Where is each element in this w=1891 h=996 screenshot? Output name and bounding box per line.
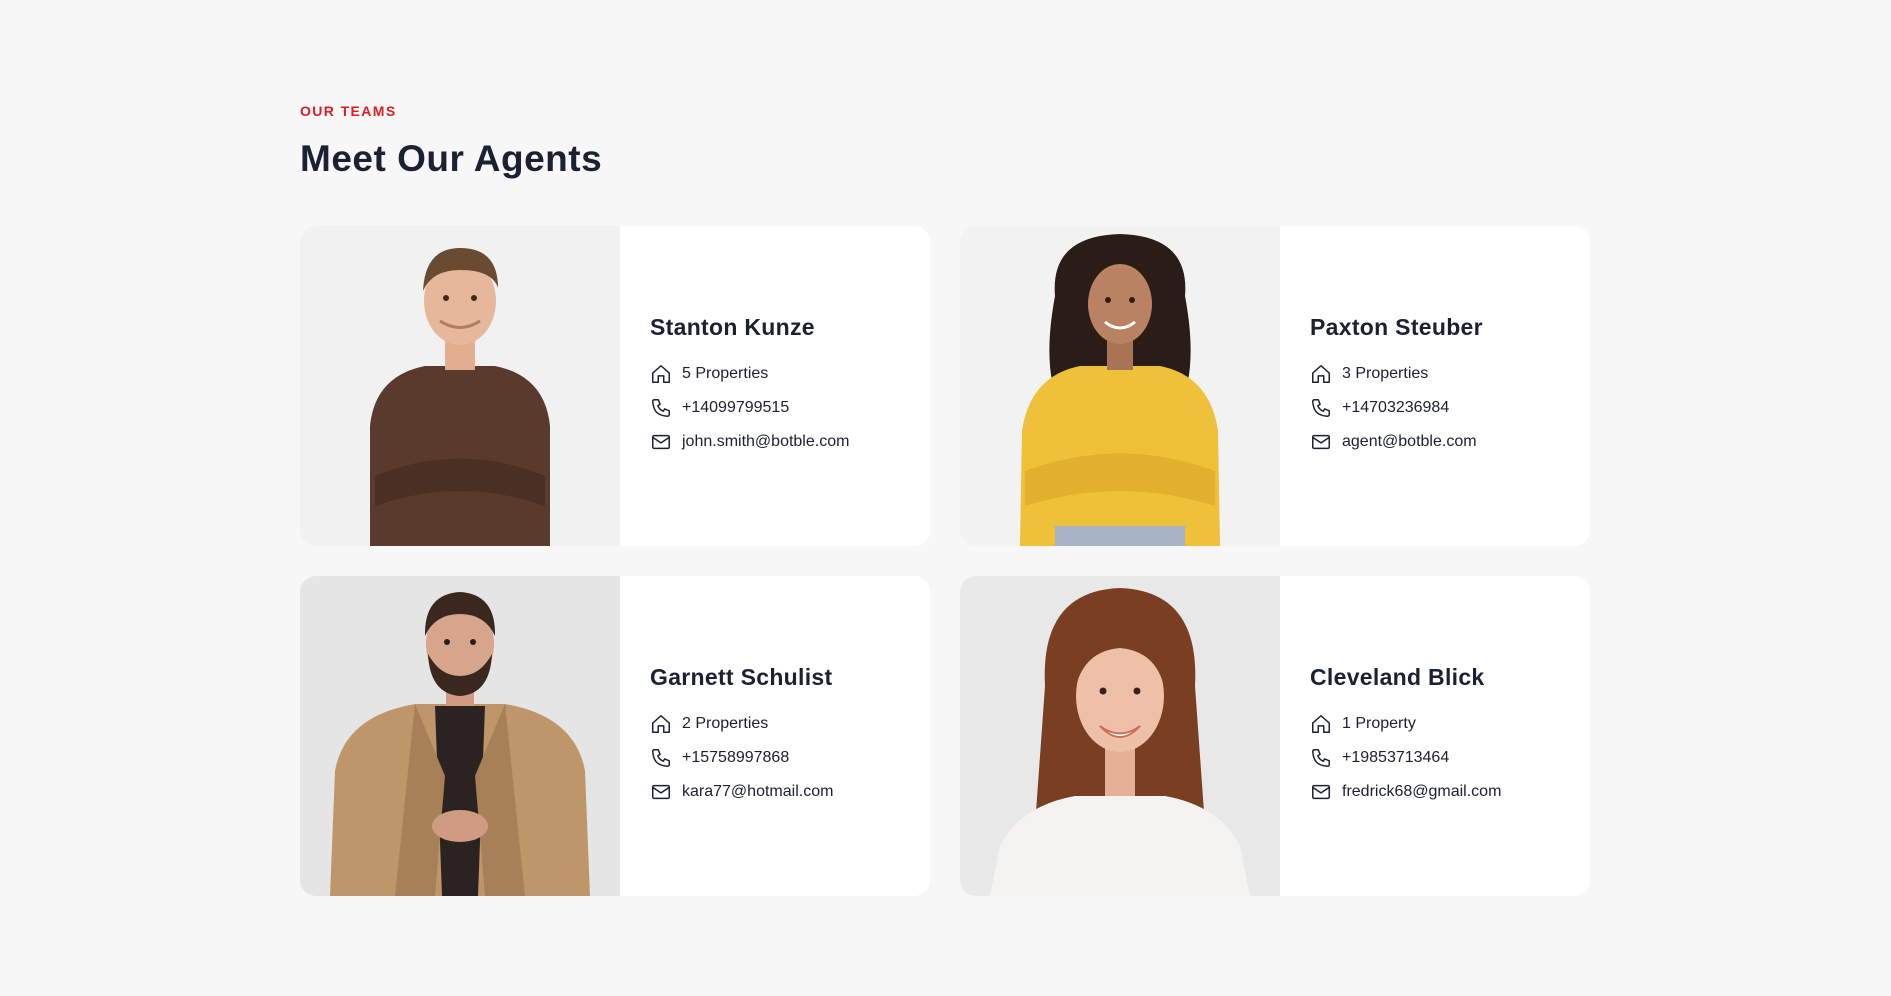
agent-phone[interactable]: +19853713464: [1310, 741, 1501, 775]
agent-properties: 5 Properties: [650, 357, 849, 391]
agents-grid: Stanton Kunze 5 Properties +14099799515: [300, 226, 1592, 896]
agent-phone[interactable]: +15758997868: [650, 741, 833, 775]
mail-icon: [1310, 781, 1332, 803]
mail-icon: [650, 781, 672, 803]
agent-phone-link[interactable]: +15758997868: [682, 749, 789, 767]
agent-phone[interactable]: +14099799515: [650, 391, 849, 425]
agent-phone-link[interactable]: +14099799515: [682, 399, 789, 417]
agent-name[interactable]: Stanton Kunze: [650, 314, 849, 341]
agent-photo[interactable]: [300, 226, 620, 546]
agent-info: Garnett Schulist 2 Properties +157589978…: [620, 576, 833, 896]
mail-icon: [1310, 431, 1332, 453]
phone-icon: [1310, 747, 1332, 769]
agent-card[interactable]: Stanton Kunze 5 Properties +14099799515: [300, 226, 930, 546]
agent-card[interactable]: Paxton Steuber 3 Properties +14703236984: [960, 226, 1590, 546]
agent-name[interactable]: Garnett Schulist: [650, 664, 833, 691]
agent-photo[interactable]: [960, 576, 1280, 896]
agent-phone-link[interactable]: +19853713464: [1342, 749, 1449, 767]
agent-info: Cleveland Blick 1 Property +19853713464: [1280, 576, 1501, 896]
agent-photo[interactable]: [300, 576, 620, 896]
agent-phone-link[interactable]: +14703236984: [1342, 399, 1449, 417]
home-icon: [650, 363, 672, 385]
agent-email[interactable]: fredrick68@gmail.com: [1310, 775, 1501, 809]
agent-email-link[interactable]: john.smith@botble.com: [682, 433, 849, 451]
agent-properties-count: 3 Properties: [1342, 364, 1429, 382]
agent-email[interactable]: john.smith@botble.com: [650, 425, 849, 459]
agent-email-link[interactable]: fredrick68@gmail.com: [1342, 783, 1501, 801]
agent-properties-count: 5 Properties: [682, 364, 769, 382]
home-icon: [1310, 713, 1332, 735]
agent-properties-count: 1 Property: [1342, 714, 1416, 732]
agent-email-link[interactable]: agent@botble.com: [1342, 433, 1477, 451]
section-title: Meet Our Agents: [300, 138, 603, 179]
agent-properties: 1 Property: [1310, 707, 1501, 741]
agent-card[interactable]: Cleveland Blick 1 Property +19853713464: [960, 576, 1590, 896]
agent-properties: 2 Properties: [650, 707, 833, 741]
home-icon: [650, 713, 672, 735]
agent-properties: 3 Properties: [1310, 357, 1483, 391]
agent-name[interactable]: Cleveland Blick: [1310, 664, 1501, 691]
section-eyebrow: OUR TEAMS: [300, 103, 397, 119]
home-icon: [1310, 363, 1332, 385]
phone-icon: [650, 397, 672, 419]
phone-icon: [650, 747, 672, 769]
mail-icon: [650, 431, 672, 453]
agent-email[interactable]: agent@botble.com: [1310, 425, 1483, 459]
phone-icon: [1310, 397, 1332, 419]
agent-info: Stanton Kunze 5 Properties +14099799515: [620, 226, 849, 546]
agent-info: Paxton Steuber 3 Properties +14703236984: [1280, 226, 1483, 546]
agent-card[interactable]: Garnett Schulist 2 Properties +157589978…: [300, 576, 930, 896]
agent-photo[interactable]: [960, 226, 1280, 546]
agent-phone[interactable]: +14703236984: [1310, 391, 1483, 425]
agent-name[interactable]: Paxton Steuber: [1310, 314, 1483, 341]
agent-properties-count: 2 Properties: [682, 714, 769, 732]
agent-email-link[interactable]: kara77@hotmail.com: [682, 783, 833, 801]
agent-email[interactable]: kara77@hotmail.com: [650, 775, 833, 809]
